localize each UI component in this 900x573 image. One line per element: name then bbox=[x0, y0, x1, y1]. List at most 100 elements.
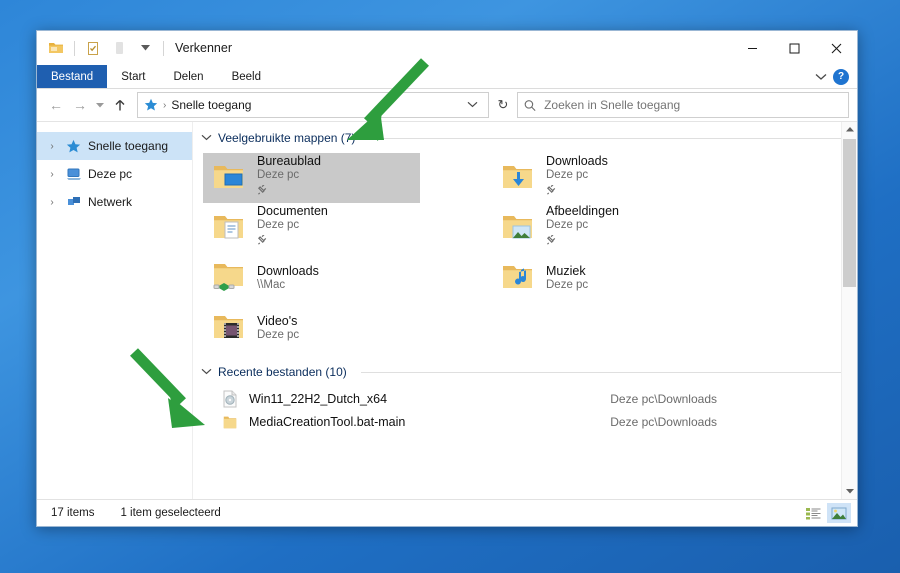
tile-documenten[interactable]: Documenten Deze pc bbox=[203, 203, 420, 253]
refresh-button[interactable]: ↻ bbox=[491, 93, 515, 117]
tile-text: Downloads Deze pc bbox=[546, 154, 608, 202]
forward-button[interactable]: → bbox=[69, 93, 91, 117]
sidebar-item-label: Snelle toegang bbox=[88, 139, 168, 153]
window-body: › Snelle toegang › Deze pc bbox=[37, 121, 857, 499]
item-count-label: 17 items bbox=[51, 507, 94, 519]
sidebar-item-deze-pc[interactable]: › Deze pc bbox=[37, 160, 192, 188]
folder-music-icon bbox=[500, 261, 536, 295]
breadcrumb-separator: › bbox=[163, 100, 166, 111]
tile-location: Deze pc bbox=[257, 329, 299, 343]
network-icon bbox=[65, 194, 82, 211]
search-box[interactable] bbox=[517, 92, 849, 118]
tile-downloads-pc[interactable]: Downloads Deze pc bbox=[492, 153, 709, 203]
pin-icon bbox=[546, 183, 608, 202]
large-icons-view-button[interactable] bbox=[827, 503, 851, 523]
recent-file-name: Win11_22H2_Dutch_x64 bbox=[249, 392, 387, 406]
search-icon bbox=[524, 99, 536, 112]
tile-text: Bureaublad Deze pc bbox=[257, 154, 321, 202]
address-bar[interactable]: › Snelle toegang bbox=[137, 92, 489, 118]
tile-muziek[interactable]: Muziek Deze pc bbox=[492, 253, 709, 303]
tile-text: Muziek Deze pc bbox=[546, 264, 588, 292]
recent-file-name: MediaCreationTool.bat-main bbox=[249, 415, 405, 429]
sidebar-item-snelle-toegang[interactable]: › Snelle toegang bbox=[37, 132, 192, 160]
selection-label: 1 item geselecteerd bbox=[120, 507, 220, 519]
toolbar-divider bbox=[74, 41, 75, 56]
help-button[interactable]: ? bbox=[833, 69, 849, 85]
maximize-button[interactable] bbox=[773, 31, 815, 65]
tile-videos[interactable]: Video's Deze pc bbox=[203, 303, 420, 353]
tile-location: Deze pc bbox=[546, 279, 588, 293]
pin-icon bbox=[257, 183, 321, 202]
tile-text: Documenten Deze pc bbox=[257, 204, 328, 252]
new-folder-icon[interactable] bbox=[108, 37, 130, 59]
folder-downloads-icon bbox=[500, 161, 536, 195]
back-button[interactable]: ← bbox=[45, 93, 67, 117]
address-bar-row: ← → › Snelle toegang ↻ bbox=[37, 89, 857, 121]
recent-file-row[interactable]: MediaCreationTool.bat-main Deze pc\Downl… bbox=[219, 410, 857, 433]
view-toggle-group bbox=[801, 503, 851, 523]
window-title: Verkenner bbox=[175, 41, 232, 55]
folder-icon bbox=[219, 413, 241, 431]
up-button[interactable] bbox=[109, 93, 131, 117]
tile-location: Deze pc bbox=[257, 219, 328, 233]
pin-icon bbox=[546, 233, 619, 252]
folder-network-icon bbox=[211, 261, 247, 295]
expand-chevron-icon[interactable]: › bbox=[45, 141, 59, 152]
search-input[interactable] bbox=[542, 97, 842, 113]
recent-file-path: Deze pc\Downloads bbox=[610, 415, 857, 429]
collapse-chevron-icon[interactable] bbox=[201, 133, 212, 144]
file-explorer-window: Verkenner Bestand Start Delen Beeld ? ← bbox=[36, 30, 858, 527]
close-button[interactable] bbox=[815, 31, 857, 65]
status-bar: 17 items 1 item geselecteerd bbox=[37, 499, 857, 526]
title-bar: Verkenner bbox=[37, 31, 857, 65]
recent-file-row[interactable]: Win11_22H2_Dutch_x64 Deze pc\Downloads bbox=[219, 387, 857, 410]
customize-caret-icon[interactable] bbox=[134, 37, 156, 59]
tab-beeld[interactable]: Beeld bbox=[218, 65, 275, 88]
ribbon-collapse-chevron-icon[interactable] bbox=[815, 73, 827, 81]
sidebar-item-label: Deze pc bbox=[88, 167, 132, 181]
tile-name: Downloads bbox=[257, 264, 319, 279]
tile-name: Muziek bbox=[546, 264, 588, 279]
recent-locations-button[interactable] bbox=[93, 93, 107, 117]
star-icon bbox=[144, 98, 158, 112]
tile-bureaublad[interactable]: Bureaublad Deze pc bbox=[203, 153, 420, 203]
frequent-folders-header[interactable]: Veelgebruikte mappen (7) bbox=[193, 122, 857, 145]
tile-text: Afbeeldingen Deze pc bbox=[546, 204, 619, 252]
address-dropdown-caret-icon[interactable] bbox=[463, 100, 482, 111]
quick-access-toolbar bbox=[37, 37, 167, 59]
minimize-button[interactable] bbox=[731, 31, 773, 65]
details-view-button[interactable] bbox=[801, 503, 825, 523]
tab-start[interactable]: Start bbox=[107, 65, 159, 88]
scroll-up-arrow-icon[interactable] bbox=[842, 122, 857, 137]
toolbar-divider-2 bbox=[163, 41, 164, 56]
tile-name: Bureaublad bbox=[257, 154, 321, 169]
properties-icon[interactable] bbox=[82, 37, 104, 59]
folder-icon[interactable] bbox=[45, 37, 67, 59]
expand-chevron-icon[interactable]: › bbox=[45, 169, 59, 180]
folder-desktop-icon bbox=[211, 161, 247, 195]
scroll-down-arrow-icon[interactable] bbox=[842, 484, 857, 499]
scrollbar-thumb[interactable] bbox=[843, 139, 856, 287]
tile-text: Downloads \\Mac bbox=[257, 264, 319, 292]
vertical-scrollbar[interactable] bbox=[841, 122, 857, 499]
collapse-chevron-icon[interactable] bbox=[201, 367, 212, 378]
tile-afbeeldingen[interactable]: Afbeeldingen Deze pc bbox=[492, 203, 709, 253]
header-rule bbox=[361, 372, 849, 373]
tile-name: Afbeeldingen bbox=[546, 204, 619, 219]
recent-files-header[interactable]: Recente bestanden (10) bbox=[193, 353, 857, 379]
sidebar-item-netwerk[interactable]: › Netwerk bbox=[37, 188, 192, 216]
sidebar-item-label: Netwerk bbox=[88, 195, 132, 209]
tile-name: Downloads bbox=[546, 154, 608, 169]
computer-icon bbox=[65, 166, 82, 183]
tile-name: Documenten bbox=[257, 204, 328, 219]
tile-name: Video's bbox=[257, 314, 299, 329]
ribbon-right-controls: ? bbox=[815, 65, 857, 88]
tile-location: Deze pc bbox=[546, 169, 608, 183]
disc-image-icon bbox=[219, 390, 241, 408]
tile-downloads-mac[interactable]: Downloads \\Mac bbox=[203, 253, 420, 303]
tab-bestand[interactable]: Bestand bbox=[37, 65, 107, 88]
tab-delen[interactable]: Delen bbox=[160, 65, 218, 88]
window-controls bbox=[731, 31, 857, 65]
recent-file-path: Deze pc\Downloads bbox=[610, 392, 857, 406]
expand-chevron-icon[interactable]: › bbox=[45, 197, 59, 208]
